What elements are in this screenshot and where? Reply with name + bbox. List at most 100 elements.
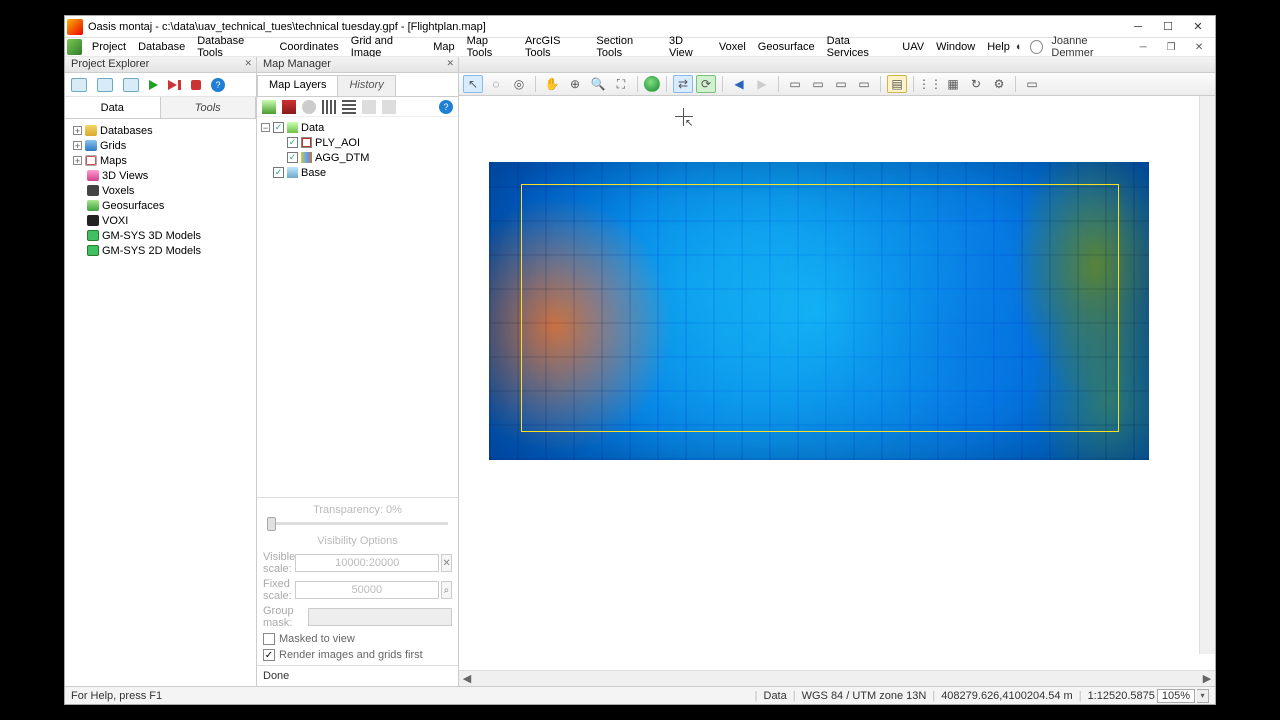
collapse-icon[interactable]: − [261,123,270,132]
explorer-btn-2-icon[interactable] [97,78,113,92]
mm-tool-6-icon[interactable] [362,100,376,114]
doc-close-button[interactable]: ✕ [1189,40,1209,54]
masked-checkbox[interactable] [263,633,275,645]
explorer-btn-1-icon[interactable] [71,78,87,92]
step-icon[interactable] [168,80,181,90]
grid-icon[interactable]: ▦ [943,75,963,93]
explorer-btn-3-icon[interactable] [123,78,139,92]
menu-help[interactable]: Help [981,39,1016,55]
pan-tool-icon[interactable]: ✋ [542,75,562,93]
window-2-icon[interactable]: ▭ [808,75,828,93]
window-4-icon[interactable]: ▭ [854,75,874,93]
redraw-icon[interactable]: ↻ [966,75,986,93]
settings-icon[interactable]: ⚙ [989,75,1009,93]
layer-data-root[interactable]: − ✓ Data [257,120,458,135]
layer-agg-dtm[interactable]: ✓ AGG_DTM [257,150,458,165]
scroll-left-icon[interactable]: ◀ [459,672,475,685]
map-canvas[interactable]: ↖ [459,96,1215,670]
panel-close-explorer-icon[interactable]: ✕ [244,58,252,69]
checkbox-ply-aoi[interactable]: ✓ [287,137,298,148]
checkbox-data[interactable]: ✓ [273,122,284,133]
link-views-icon[interactable]: ⇄ [673,75,693,93]
horizontal-scrollbar[interactable]: ◀ ▶ [459,670,1215,686]
mm-add-layer-icon[interactable] [262,100,276,114]
menu-database[interactable]: Database [132,39,191,55]
panel-close-mapmgr-icon[interactable]: ✕ [446,58,454,69]
zoom-level[interactable]: 105% [1157,689,1195,703]
tab-data[interactable]: Data [65,97,161,118]
menu-map[interactable]: Map [427,39,460,55]
mm-tool-4-icon[interactable] [322,100,336,114]
pointer-tool-icon[interactable]: ↖ [463,75,483,93]
mm-remove-layer-icon[interactable] [282,100,296,114]
close-button[interactable]: ✕ [1183,18,1213,36]
globe-icon[interactable] [644,76,660,92]
layer-base[interactable]: ✓ Base [257,165,458,180]
panel-header-explorer[interactable]: Project Explorer ✕ [65,57,257,72]
tree-node-geosurfaces[interactable]: Geosurfaces [65,198,256,213]
tree-node-voxels[interactable]: Voxels [65,183,256,198]
tree-node-voxi[interactable]: VOXI [65,213,256,228]
menu-window[interactable]: Window [930,39,981,55]
expand-icon[interactable]: + [73,156,82,165]
tool-c-icon[interactable]: ◎ [509,75,529,93]
expand-icon[interactable]: + [73,141,82,150]
expand-icon[interactable]: + [73,126,82,135]
group-mask-input[interactable] [308,608,452,626]
vertical-scrollbar[interactable] [1199,96,1215,654]
menu-project[interactable]: Project [86,39,132,55]
tree-node-databases[interactable]: +Databases [65,123,256,138]
mm-tool-5-icon[interactable] [342,100,356,114]
render-first-checkbox[interactable]: ✓ [263,649,275,661]
zoom-extent-icon[interactable]: ⛶ [611,75,631,93]
doc-minimize-button[interactable]: ─ [1133,40,1153,54]
mm-tool-7-icon[interactable] [382,100,396,114]
sync-icon[interactable]: ⟳ [696,75,716,93]
checkbox-base[interactable]: ✓ [273,167,284,178]
fixed-scale-apply-button[interactable]: ⌕ [441,581,452,599]
cloud-icon[interactable]: ◐ [1016,41,1023,53]
tree-node-grids[interactable]: +Grids [65,138,256,153]
visible-scale-clear-button[interactable]: ✕ [441,554,452,572]
user-avatar-icon[interactable] [1030,40,1043,54]
scroll-right-icon[interactable]: ▶ [1199,672,1215,685]
legend-icon[interactable]: ▤ [887,75,907,93]
layer-ply-aoi[interactable]: ✓ PLY_AOI [257,135,458,150]
slider-thumb[interactable] [267,517,276,531]
window-3-icon[interactable]: ▭ [831,75,851,93]
grid-dots-icon[interactable]: ⋮⋮ [920,75,940,93]
run-icon[interactable] [149,80,158,90]
tab-map-layers[interactable]: Map Layers [257,75,338,96]
checkbox-agg-dtm[interactable]: ✓ [287,152,298,163]
nav-fwd-icon[interactable]: ▶ [752,75,772,93]
window-1-icon[interactable]: ▭ [785,75,805,93]
stop-icon[interactable] [191,80,201,90]
zoom-in-icon[interactable]: ⊕ [565,75,585,93]
tool-b-icon[interactable]: ◌ [486,75,506,93]
render-first-row[interactable]: ✓ Render images and grids first [263,649,452,661]
menu-geosurface[interactable]: Geosurface [752,39,821,55]
menu-coordinates[interactable]: Coordinates [273,39,344,55]
mm-tool-3-icon[interactable] [302,100,316,114]
help-icon[interactable]: ? [211,78,225,92]
zoom-dropdown-icon[interactable]: ▾ [1197,689,1209,703]
visible-scale-input[interactable] [295,554,439,572]
tree-node-maps[interactable]: +Maps [65,153,256,168]
nav-back-icon[interactable]: ◀ [729,75,749,93]
zoom-tool-icon[interactable]: 🔍 [588,75,608,93]
fixed-scale-input[interactable] [295,581,439,599]
tab-tools[interactable]: Tools [161,97,257,118]
mm-help-icon[interactable]: ? [439,100,453,114]
maximize-button[interactable]: ☐ [1153,18,1183,36]
tree-node-3d-views[interactable]: 3D Views [65,168,256,183]
minimize-button[interactable]: ─ [1123,18,1153,36]
tab-history[interactable]: History [337,75,395,96]
menu-uav[interactable]: UAV [896,39,930,55]
export-icon[interactable]: ▭ [1022,75,1042,93]
menu-voxel[interactable]: Voxel [713,39,752,55]
masked-to-view-row[interactable]: Masked to view [263,633,452,645]
transparency-slider[interactable] [267,522,448,525]
done-label[interactable]: Done [263,670,289,682]
tree-node-gm-sys-2d-models[interactable]: GM-SYS 2D Models [65,243,256,258]
tree-node-gm-sys-3d-models[interactable]: GM-SYS 3D Models [65,228,256,243]
